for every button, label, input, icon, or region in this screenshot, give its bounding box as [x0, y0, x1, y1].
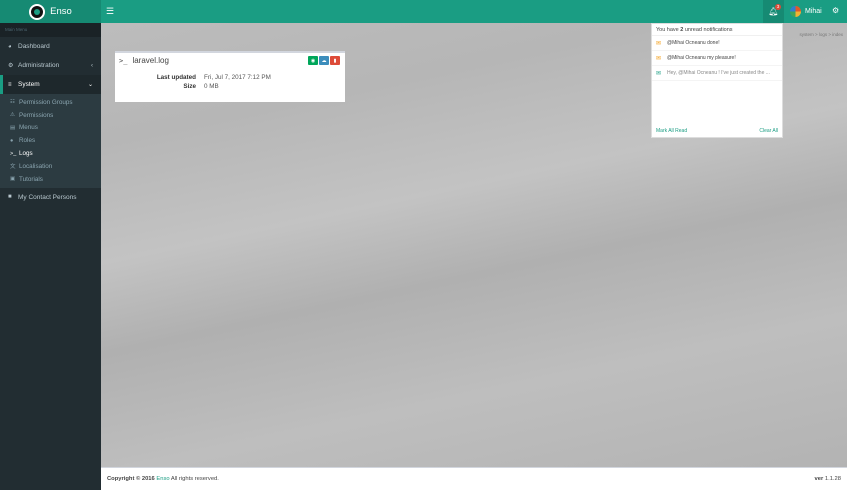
brand-logo-link[interactable]: Enso	[0, 0, 101, 23]
sidebar-item-administration[interactable]: ⚙︎ Administration ‹	[0, 56, 101, 75]
notification-item[interactable]: ✉︎ @Mihai Ocneanu done!	[652, 36, 782, 51]
copyright-prefix: Copyright © 2016	[107, 476, 157, 482]
sidebar-toggle-icon[interactable]: ☰	[106, 5, 114, 17]
notifications-dropdown: You have 2 unread notifications ✉︎ @Miha…	[651, 23, 783, 138]
sidebar-item-roles[interactable]: ● Roles	[0, 134, 101, 147]
notifications-header-suffix: unread notifications	[683, 27, 733, 33]
sidebar-item-label: Roles	[19, 137, 36, 145]
log-file-card: >_ laravel.log ◉ ☁︎ ▮ Last updated Fri, …	[115, 51, 345, 102]
terminal-icon: >_	[119, 56, 128, 65]
info-label: Size	[183, 83, 196, 90]
sidebar-item-contact-persons[interactable]: ■ My Contact Persons	[0, 188, 101, 207]
info-label: Last updated	[156, 74, 196, 81]
sidebar-header: Main Menu	[0, 23, 101, 37]
download-log-button[interactable]: ☁︎	[319, 56, 329, 65]
notification-text: @Mihai Ocneanu my pleasure!	[667, 55, 736, 61]
sidebar-item-label: System	[18, 81, 40, 88]
system-submenu: ☷ Permission Groups ⚠︎ Permissions ▤ Men…	[0, 94, 101, 188]
info-row-last-updated: Last updated Fri, Jul 7, 2017 7:12 PM	[129, 73, 271, 82]
notification-item[interactable]: ✉︎ @Mihai Ocneanu my pleasure!	[652, 51, 782, 66]
dashboard-icon: ◕	[8, 43, 12, 50]
sidebar-item-label: Permission Groups	[19, 98, 73, 106]
cogs-icon: ⚙︎	[8, 63, 14, 69]
sidebar-item-dashboard[interactable]: ◕ Dashboard	[0, 37, 101, 56]
notification-count-badge: 3	[775, 4, 781, 10]
notifications-footer: Mark All Read Clear All	[656, 128, 778, 134]
sidebar-item-permissions[interactable]: ⚠︎ Permissions	[0, 109, 101, 122]
notifications-header: You have 2 unread notifications	[652, 24, 782, 36]
brand-name: Enso	[50, 6, 72, 17]
info-value: 0 MB	[204, 83, 219, 90]
book-icon: ▣	[10, 176, 16, 183]
notifications-button[interactable]: 🔔︎ 3	[763, 0, 784, 23]
notification-item[interactable]: ✉︎ Hey, @Mihai Ocneanu ! I've just creat…	[652, 66, 782, 81]
mark-all-read-link[interactable]: Mark All Read	[656, 128, 687, 134]
log-file-title: >_ laravel.log	[119, 56, 169, 65]
info-value: Fri, Jul 7, 2017 7:12 PM	[204, 74, 271, 81]
version-number: 1.1.28	[824, 476, 841, 482]
sidebar-item-label: Logs	[19, 150, 33, 158]
avatar	[790, 6, 801, 17]
notifications-header-prefix: You have	[656, 27, 681, 33]
envelope-icon: ✉︎	[656, 40, 662, 47]
chevron-left-icon: ‹	[91, 62, 93, 69]
notification-text: @Mihai Ocneanu done!	[667, 40, 720, 46]
breadcrumb: system > logs > index	[799, 32, 843, 37]
trash-icon: ▮	[333, 57, 337, 64]
version-label: ver	[814, 476, 824, 482]
terminal-icon: >_	[10, 150, 17, 157]
chevron-down-icon: ⌄	[87, 82, 93, 88]
notification-text: Hey, @Mihai Ocneanu ! I've just created …	[667, 70, 770, 76]
sidebar: Main Menu ◕ Dashboard ⚙︎ Administration …	[0, 23, 101, 490]
user-secret-icon: ●	[10, 137, 14, 144]
user-menu[interactable]: Mihai	[790, 6, 822, 17]
copyright-suffix: All rights reserved.	[169, 476, 219, 482]
envelope-icon: ✉︎	[656, 55, 662, 62]
eye-icon: ◉	[310, 57, 316, 64]
log-file-name: laravel.log	[132, 56, 169, 65]
list-icon: ☷	[10, 99, 15, 106]
sidebar-item-label: Dashboard	[18, 43, 50, 50]
user-name: Mihai	[805, 8, 822, 15]
clear-all-link[interactable]: Clear All	[759, 128, 778, 134]
sidebar-item-label: Administration	[18, 62, 60, 69]
footer-brand-link[interactable]: Enso	[156, 476, 169, 482]
sidebar-item-label: My Contact Persons	[18, 193, 77, 201]
copyright: Copyright © 2016 Enso All rights reserve…	[107, 476, 219, 482]
sliders-icon: ≡	[8, 81, 12, 88]
enso-logo-icon	[29, 3, 46, 20]
log-actions: ◉ ☁︎ ▮	[308, 56, 340, 65]
view-log-button[interactable]: ◉	[308, 56, 318, 65]
sidebar-item-logs[interactable]: >_ Logs	[0, 147, 101, 160]
list-alt-icon: ▤	[10, 124, 16, 131]
cloud-download-icon: ☁︎	[321, 57, 327, 64]
warning-icon: ⚠︎	[10, 112, 15, 119]
sidebar-item-label: Permissions	[19, 111, 54, 119]
sidebar-item-tutorials[interactable]: ▣ Tutorials	[0, 173, 101, 186]
address-book-icon: ■	[8, 194, 12, 201]
page-footer: Copyright © 2016 Enso All rights reserve…	[101, 467, 847, 490]
sidebar-item-label: Localisation	[19, 162, 53, 170]
sidebar-item-menus[interactable]: ▤ Menus	[0, 122, 101, 135]
language-icon: 文	[10, 164, 16, 171]
version: ver 1.1.28	[815, 476, 841, 482]
envelope-open-icon: ✉︎	[656, 70, 662, 77]
sidebar-item-label: Menus	[19, 124, 38, 132]
sidebar-item-localisation[interactable]: 文 Localisation	[0, 160, 101, 173]
settings-gear-icon[interactable]: ⚙︎	[832, 6, 839, 15]
sidebar-item-label: Tutorials	[19, 175, 43, 183]
log-info: Last updated Fri, Jul 7, 2017 7:12 PM Si…	[129, 73, 271, 91]
delete-log-button[interactable]: ▮	[330, 56, 340, 65]
info-row-size: Size 0 MB	[129, 82, 271, 91]
top-navbar: Enso ☰ 🔔︎ 3 Mihai ⚙︎	[0, 0, 847, 23]
sidebar-item-system[interactable]: ≡ System ⌄	[0, 75, 101, 94]
sidebar-item-permission-groups[interactable]: ☷ Permission Groups	[0, 96, 101, 109]
